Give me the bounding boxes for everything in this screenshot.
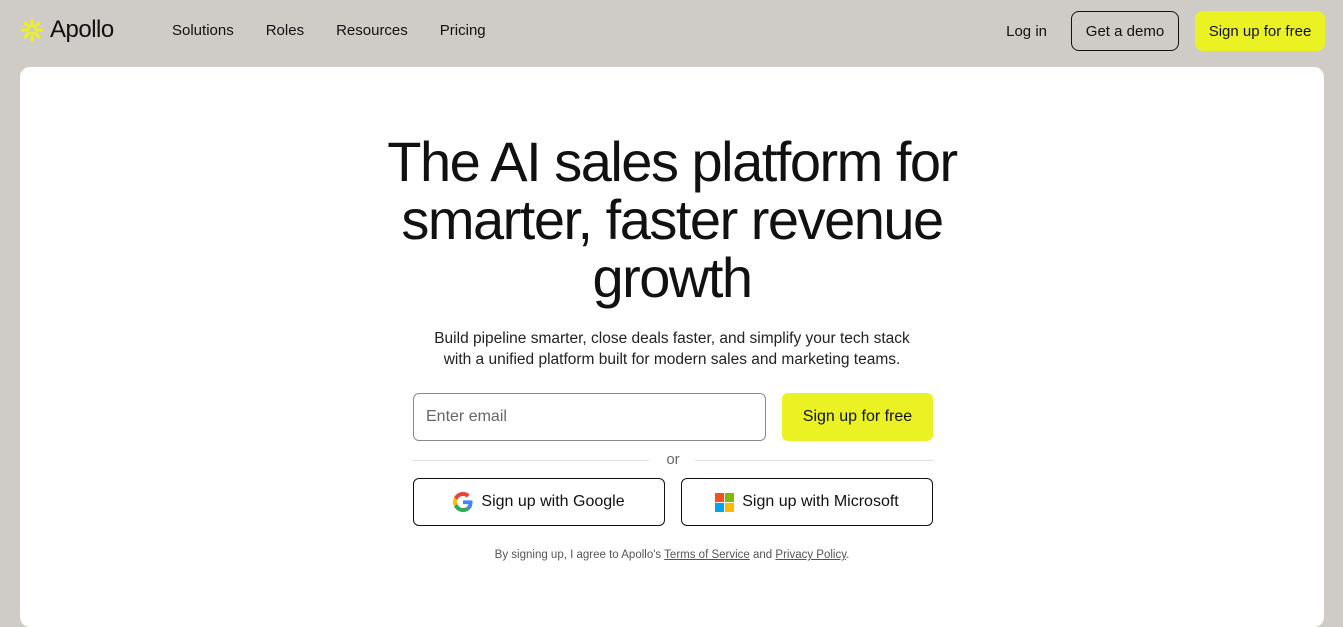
- microsoft-signup-button[interactable]: Sign up with Microsoft: [681, 478, 933, 526]
- divider-line-right: [695, 460, 933, 461]
- brand-name: Apollo: [50, 16, 114, 43]
- hero-subtitle: Build pipeline smarter, close deals fast…: [20, 328, 1324, 370]
- legal-prefix: By signing up, I agree to Apollo's: [494, 549, 662, 561]
- apollo-sun-icon: [20, 18, 44, 42]
- google-icon: [453, 492, 473, 512]
- nav-item-roles[interactable]: Roles: [266, 22, 304, 39]
- hero-title: The AI sales platform for smarter, faste…: [20, 133, 1324, 307]
- email-input[interactable]: [413, 393, 766, 441]
- microsoft-icon: [715, 492, 735, 512]
- nav-signup-button[interactable]: Sign up for free: [1195, 11, 1325, 51]
- hero-title-line-1: The AI sales platform for: [387, 130, 958, 193]
- primary-nav: Solutions Roles Resources Pricing: [172, 22, 486, 39]
- google-signup-button[interactable]: Sign up with Google: [413, 478, 665, 526]
- apollo-logo-link[interactable]: Apollo: [20, 16, 114, 44]
- hero-card: The AI sales platform for smarter, faste…: [20, 67, 1324, 627]
- top-navigation: Apollo Solutions Roles Resources Pricing…: [0, 0, 1343, 64]
- hero-subtitle-line-2: with a unified platform built for modern…: [443, 351, 901, 368]
- email-signup-form: Sign up for free: [413, 393, 933, 441]
- nav-item-solutions[interactable]: Solutions: [172, 22, 234, 39]
- hero-subtitle-line-1: Build pipeline smarter, close deals fast…: [434, 330, 910, 347]
- or-divider: or: [413, 451, 933, 469]
- hero-title-line-2: smarter, faster revenue: [401, 188, 944, 251]
- legal-and: and: [753, 549, 773, 561]
- get-demo-button[interactable]: Get a demo: [1071, 11, 1179, 51]
- sso-buttons: Sign up with Google Sign up with Microso…: [413, 478, 933, 526]
- hero-signup-button[interactable]: Sign up for free: [782, 393, 933, 441]
- google-signup-label: Sign up with Google: [481, 493, 625, 510]
- legal-notice: By signing up, I agree to Apollo's Terms…: [20, 549, 1324, 561]
- nav-actions: Log in Get a demo Sign up for free: [1006, 11, 1325, 51]
- terms-of-service-link[interactable]: Terms of Service: [664, 549, 750, 561]
- nav-item-pricing[interactable]: Pricing: [440, 22, 486, 39]
- nav-item-resources[interactable]: Resources: [336, 22, 408, 39]
- login-link[interactable]: Log in: [1006, 23, 1047, 40]
- hero-title-line-3: growth: [592, 246, 753, 309]
- legal-suffix: .: [846, 549, 850, 561]
- privacy-policy-link[interactable]: Privacy Policy: [775, 549, 846, 561]
- microsoft-signup-label: Sign up with Microsoft: [742, 493, 899, 510]
